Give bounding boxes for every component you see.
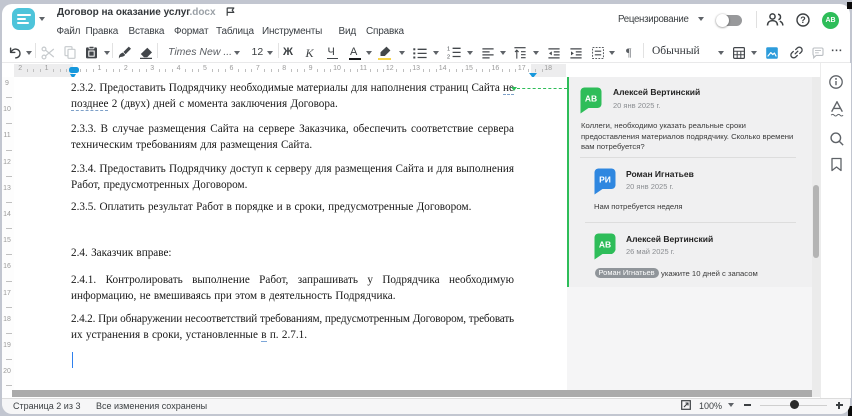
svg-text:АВ: АВ bbox=[599, 240, 611, 250]
svg-text:?: ? bbox=[800, 15, 806, 25]
svg-text:1: 1 bbox=[447, 47, 450, 53]
svg-text:2: 2 bbox=[447, 54, 450, 59]
svg-text:РИ: РИ bbox=[599, 175, 611, 185]
svg-text:АВ: АВ bbox=[585, 94, 597, 104]
